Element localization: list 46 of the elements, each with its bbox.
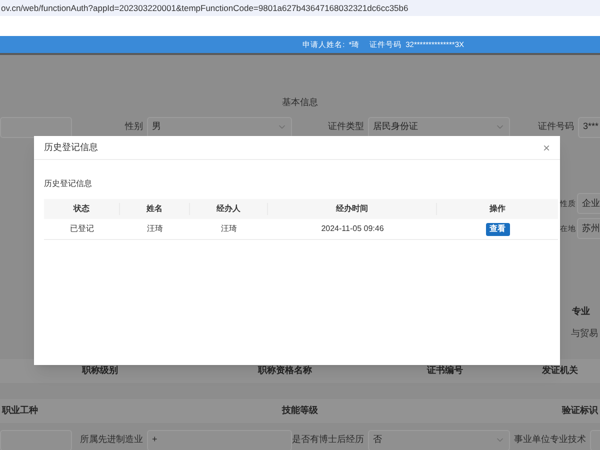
column-header: 验证标识: [562, 404, 598, 418]
input-field[interactable]: +: [147, 430, 292, 450]
column-header: 状态: [74, 203, 90, 215]
field-label: 是否有博士后经历: [292, 433, 364, 446]
input-field[interactable]: 企业: [577, 193, 600, 214]
field-value: 居民身份证: [373, 120, 418, 134]
field-value: 苏州: [582, 222, 600, 235]
input-field[interactable]: 3***: [578, 116, 600, 138]
view-button[interactable]: 查看: [486, 222, 510, 236]
table-cell: 已登记: [70, 223, 94, 235]
table-cell: 汪琦: [221, 223, 237, 235]
column-header: 证书编号: [427, 364, 463, 378]
column-header: 职称资格名称: [258, 364, 312, 378]
major-value: 与贸易: [571, 327, 598, 340]
field-label: 所属先进制造业: [80, 433, 143, 446]
table-cell: 2024-11-05 09:46: [321, 223, 384, 235]
column-header: 经办人: [216, 203, 240, 215]
select-field[interactable]: 否: [368, 430, 510, 450]
select-field[interactable]: 男: [147, 116, 292, 138]
column-header: 发证机关: [542, 364, 578, 378]
field-value: +: [152, 433, 158, 446]
table-cell: 汪琦: [147, 223, 163, 235]
select-field[interactable]: 居民身份证: [368, 116, 510, 138]
field-label: 事业单位专业技术: [514, 433, 586, 446]
input-field[interactable]: 苏州: [577, 218, 600, 239]
input-field[interactable]: [0, 116, 72, 138]
column-header: 姓名: [146, 203, 162, 215]
major-heading: 专业: [572, 305, 590, 318]
section-title: 基本信息: [282, 96, 318, 110]
field-value: 企业: [582, 196, 600, 210]
field-label: 证件号码: [538, 120, 574, 134]
field-label: 性别: [125, 120, 143, 134]
column-header: 职业工种: [2, 404, 38, 418]
address-bar[interactable]: ov.cn/web/functionAuth?appId=202303220001&tempFunctionCode=9801a627b43647168032321dc6cc35b6: [0, 0, 600, 16]
column-header: 职称级别: [82, 364, 118, 378]
url-text: ov.cn/web/functionAuth?appId=202303220001&tempFunctionCode=9801a627b43647168032321dc6cc35b6: [1, 2, 408, 14]
field-label: 证件类型: [328, 120, 364, 134]
column-header: 操作: [490, 203, 506, 215]
field-value: 否: [373, 433, 382, 446]
close-button[interactable]: ×: [542, 142, 550, 154]
column-header: 技能等级: [282, 404, 318, 418]
dialog-title: 历史登记信息: [44, 140, 98, 154]
field-value: 3***: [583, 120, 599, 134]
section-title: 历史登记信息: [44, 179, 92, 188]
column-header: 经办时间: [336, 203, 368, 215]
field-value: 男: [152, 120, 161, 134]
